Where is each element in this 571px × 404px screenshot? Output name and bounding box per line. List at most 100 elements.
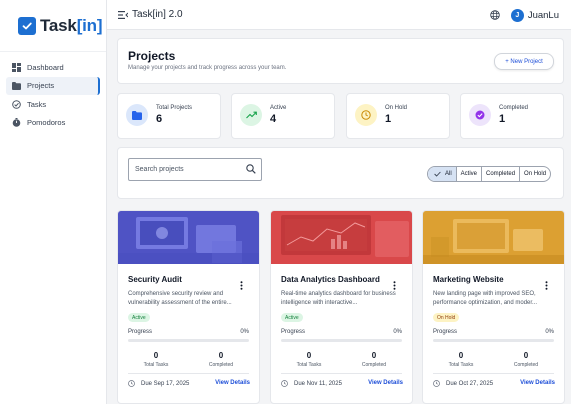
new-project-button[interactable]: + New Project bbox=[494, 53, 554, 70]
search-placeholder: Search projects bbox=[135, 166, 184, 173]
count-value: 0 bbox=[523, 351, 529, 360]
project-cover-image bbox=[423, 211, 564, 264]
view-details-link[interactable]: View Details bbox=[368, 380, 403, 386]
dashboard-icon bbox=[12, 62, 21, 72]
sidebar-item-tasks[interactable]: Tasks bbox=[6, 95, 100, 113]
page-title: Projects bbox=[128, 49, 176, 63]
due-date-text: Due Nov 11, 2025 bbox=[294, 380, 342, 387]
divider bbox=[128, 373, 249, 374]
clock-icon bbox=[128, 380, 135, 387]
project-cover-image bbox=[118, 211, 259, 264]
stat-value: 4 bbox=[270, 113, 277, 125]
search-icon[interactable] bbox=[246, 164, 256, 176]
sidebar-item-dashboard[interactable]: Dashboard bbox=[6, 58, 100, 76]
count-label: Completed bbox=[361, 362, 387, 368]
due-date: Due Oct 27, 2025 bbox=[433, 380, 493, 387]
count-value: 0 bbox=[306, 351, 312, 360]
count-label: Total Tasks bbox=[296, 362, 322, 368]
count-value: 0 bbox=[371, 351, 377, 360]
due-date-text: Due Sep 17, 2025 bbox=[141, 380, 190, 387]
timer-icon bbox=[12, 118, 21, 127]
project-description: Real-time analytics dashboard for busine… bbox=[281, 291, 396, 306]
total-tasks-count: 0 Total Tasks bbox=[431, 351, 491, 368]
search-input[interactable]: Search projects bbox=[128, 158, 262, 181]
status-filter-toggle: All Active Completed On Hold bbox=[427, 166, 552, 182]
sidebar-nav: Dashboard Projects Tasks Pomodoros bbox=[0, 52, 106, 132]
check-circle-icon bbox=[12, 99, 21, 109]
sidebar-item-label: Projects bbox=[27, 81, 55, 90]
project-card-data-analytics-dashboard[interactable]: Data Analytics Dashboard Real-time analy… bbox=[270, 210, 413, 404]
clock-icon bbox=[281, 380, 288, 387]
stat-value: 1 bbox=[385, 113, 392, 125]
trending-up-icon bbox=[240, 104, 262, 126]
user-name[interactable]: JuanLu bbox=[528, 10, 559, 21]
count-label: Completed bbox=[513, 362, 539, 368]
page-header-card: Projects Manage your projects and track … bbox=[117, 38, 564, 84]
progress-percent: 0% bbox=[393, 329, 402, 335]
sidebar-item-projects[interactable]: Projects bbox=[6, 76, 100, 95]
stat-label: Completed bbox=[499, 105, 529, 111]
stat-label: On Hold bbox=[385, 105, 408, 111]
total-tasks-count: 0 Total Tasks bbox=[279, 351, 339, 368]
page-subtitle: Manage your projects and track progress … bbox=[128, 65, 287, 71]
total-tasks-count: 0 Total Tasks bbox=[126, 351, 186, 368]
menu-collapse-icon[interactable] bbox=[118, 10, 128, 19]
progress-bar bbox=[433, 339, 554, 342]
project-name[interactable]: Security Audit bbox=[128, 275, 182, 284]
status-badge: Active bbox=[281, 313, 303, 322]
divider bbox=[433, 373, 554, 374]
due-date: Due Nov 11, 2025 bbox=[281, 380, 342, 387]
sidebar-item-label: Pomodoros bbox=[27, 118, 66, 127]
progress-label: Progress bbox=[281, 329, 306, 335]
project-card-marketing-website[interactable]: Marketing Website New landing page with … bbox=[422, 210, 565, 404]
view-details-link[interactable]: View Details bbox=[520, 380, 555, 386]
filter-all[interactable]: All bbox=[428, 167, 457, 181]
completed-count: 0 Completed bbox=[496, 351, 556, 368]
stat-completed: Completed 1 bbox=[460, 93, 564, 139]
filter-active[interactable]: Active bbox=[457, 167, 483, 181]
project-name[interactable]: Data Analytics Dashboard bbox=[281, 275, 380, 284]
logo[interactable]: Task[in] bbox=[0, 0, 106, 52]
sidebar-item-pomodoros[interactable]: Pomodoros bbox=[6, 114, 100, 132]
progress-label: Progress bbox=[433, 329, 458, 335]
project-cover-image bbox=[271, 211, 412, 264]
stat-on-hold: On Hold 1 bbox=[346, 93, 450, 139]
stat-value: 6 bbox=[156, 113, 163, 125]
progress-percent: 0% bbox=[240, 329, 249, 335]
progress-bar bbox=[128, 339, 249, 342]
language-globe-icon[interactable] bbox=[490, 10, 500, 20]
stat-label: Active bbox=[270, 105, 287, 111]
avatar[interactable]: J bbox=[510, 8, 524, 22]
filter-on-hold[interactable]: On Hold bbox=[520, 167, 550, 181]
count-label: Completed bbox=[208, 362, 234, 368]
due-date: Due Sep 17, 2025 bbox=[128, 380, 189, 387]
folder-icon bbox=[126, 104, 148, 126]
check-circle-icon bbox=[469, 104, 491, 126]
count-value: 0 bbox=[458, 351, 464, 360]
divider bbox=[281, 373, 402, 374]
status-badge: Active bbox=[128, 313, 150, 322]
clock-icon bbox=[355, 104, 377, 126]
project-name[interactable]: Marketing Website bbox=[433, 275, 504, 284]
stat-label: Total Projects bbox=[156, 105, 193, 111]
count-label: Total Tasks bbox=[143, 362, 169, 368]
stat-active: Active 4 bbox=[231, 93, 335, 139]
filter-completed[interactable]: Completed bbox=[482, 167, 521, 181]
project-card-security-audit[interactable]: Security Audit Comprehensive security re… bbox=[117, 210, 260, 404]
count-value: 0 bbox=[153, 351, 159, 360]
filter-bar: Search projects All Active Completed On … bbox=[117, 147, 564, 199]
logo-text: Task[in] bbox=[40, 15, 103, 35]
app-title: Task[in] 2.0 bbox=[132, 9, 183, 20]
topbar-right: J JuanLu bbox=[490, 0, 559, 30]
count-label: Total Tasks bbox=[448, 362, 474, 368]
folder-icon bbox=[12, 81, 21, 90]
sidebar: Task[in] Dashboard Projects Tasks Pomodo… bbox=[0, 0, 107, 404]
view-details-link[interactable]: View Details bbox=[215, 380, 250, 386]
progress-label: Progress bbox=[128, 329, 153, 335]
due-date-text: Due Oct 27, 2025 bbox=[446, 380, 494, 387]
project-description: New landing page with improved SEO, perf… bbox=[433, 291, 538, 306]
progress-percent: 0% bbox=[545, 329, 554, 335]
project-description: Comprehensive security review and vulner… bbox=[128, 291, 232, 306]
logo-check-icon bbox=[18, 16, 36, 35]
stat-value: 1 bbox=[499, 113, 506, 125]
